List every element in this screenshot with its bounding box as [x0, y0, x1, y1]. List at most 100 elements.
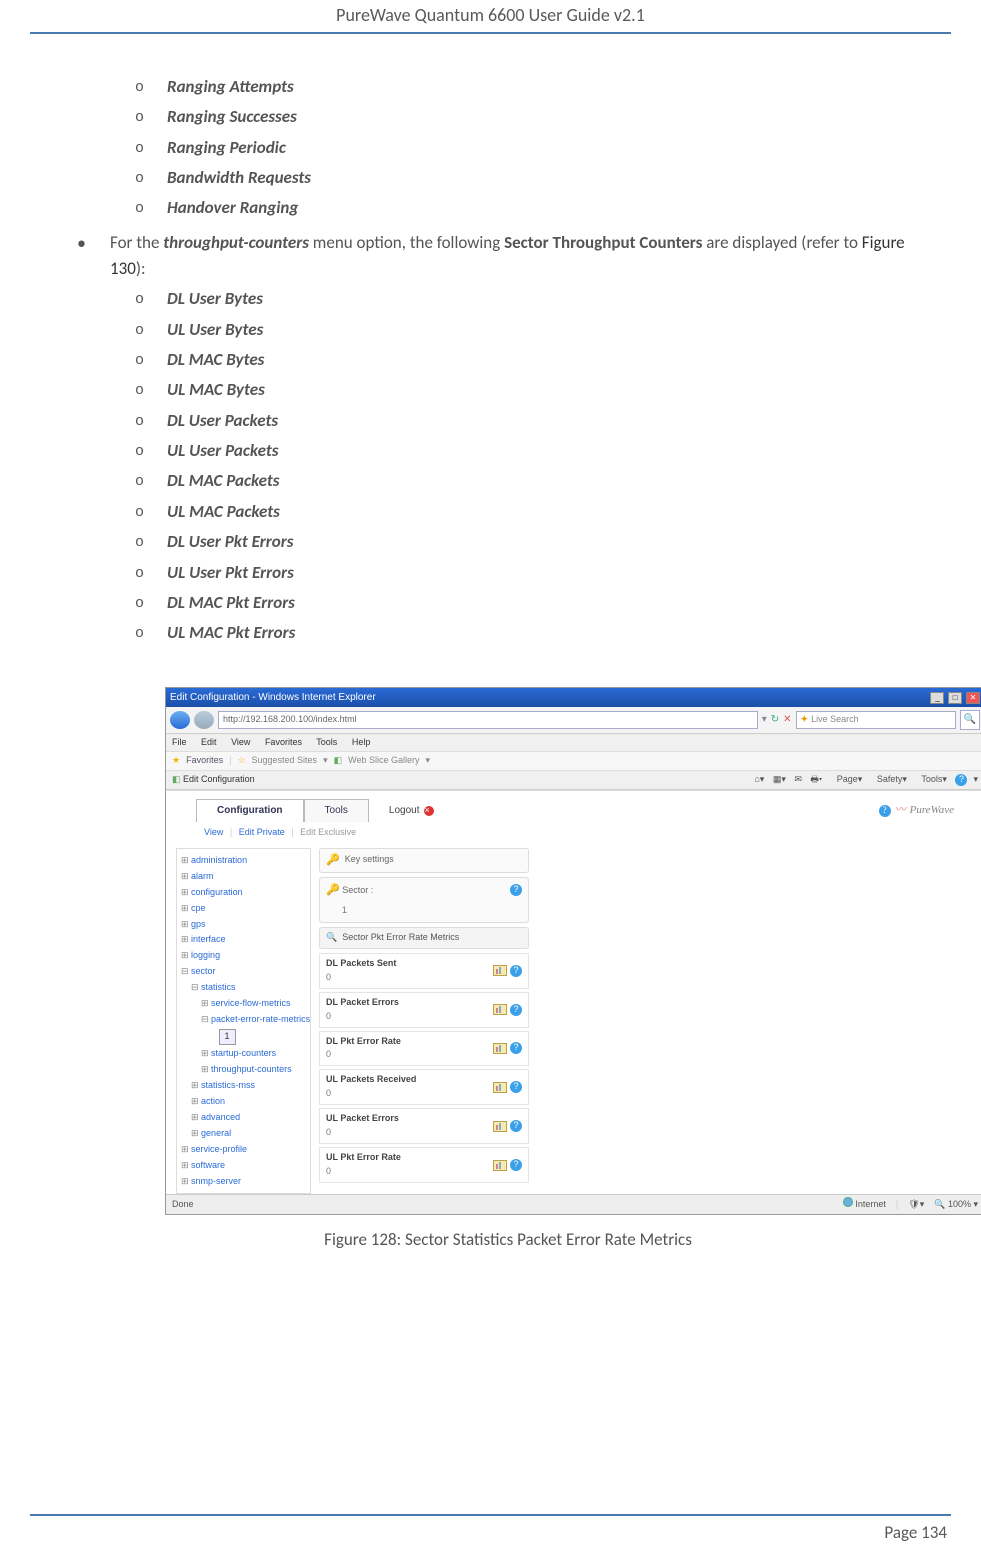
help-icon[interactable]: ?: [510, 1159, 522, 1171]
menu-view[interactable]: View: [231, 737, 250, 747]
minimize-button[interactable]: _: [930, 692, 944, 704]
key-icon: 🔑: [326, 852, 340, 869]
protected-mode-icon: 🛡▾: [908, 1198, 924, 1212]
subtab-view[interactable]: View: [204, 827, 223, 837]
tree-item-statistics-mss[interactable]: statistics-mss: [181, 1078, 306, 1094]
tree-item-configuration[interactable]: configuration: [181, 885, 306, 901]
tree-item-packet-error-rate-metrics[interactable]: packet-error-rate-metrics: [181, 1012, 306, 1028]
chart-icon[interactable]: [493, 965, 507, 976]
nav-tree[interactable]: administrationalarmconfigurationcpegpsin…: [176, 848, 311, 1195]
tree-item-1[interactable]: 1: [181, 1028, 306, 1046]
zoom-control[interactable]: 🔍 100% ▾: [934, 1198, 978, 1212]
list-item-label: UL User Packets: [167, 440, 278, 461]
fav-link-suggested[interactable]: Suggested Sites: [252, 754, 318, 768]
tree-item-snmp-server[interactable]: snmp-server: [181, 1174, 306, 1190]
throughput-list: DL User Bytes UL User Bytes DL MAC Bytes…: [75, 286, 941, 646]
print-icon[interactable]: 🖶▾: [810, 774, 822, 784]
chart-icon[interactable]: [493, 1082, 507, 1093]
list-item-label: Ranging Periodic: [167, 137, 286, 158]
tree-item-statistics[interactable]: statistics: [181, 980, 306, 996]
chart-icon[interactable]: [493, 1160, 507, 1171]
tree-item-gps[interactable]: gps: [181, 917, 306, 933]
ranging-list: Ranging Attempts Ranging Successes Rangi…: [75, 74, 941, 222]
help-icon[interactable]: ?: [510, 1120, 522, 1132]
toolbar-safety[interactable]: Safety▾: [871, 774, 907, 784]
tree-item-service-profile[interactable]: service-profile: [181, 1142, 306, 1158]
tab-configuration[interactable]: Configuration: [196, 799, 304, 822]
browser-statusbar: Done Internet | 🛡▾ 🔍 100% ▾: [166, 1194, 981, 1214]
home-icon[interactable]: ⌂▾: [754, 774, 764, 784]
key-settings-label: Key settings: [345, 853, 394, 867]
tree-item-throughput-counters[interactable]: throughput-counters: [181, 1062, 306, 1078]
browser-menubar: File Edit View Favorites Tools Help: [166, 734, 981, 753]
tree-item-logging[interactable]: logging: [181, 948, 306, 964]
list-item-label: DL MAC Pkt Errors: [167, 592, 295, 613]
tree-item-advanced[interactable]: advanced: [181, 1110, 306, 1126]
url-input[interactable]: http://192.168.200.100/index.html: [218, 711, 758, 729]
brand-logo: ? 〰 PureWave: [879, 802, 954, 819]
help-icon[interactable]: ?: [955, 774, 967, 786]
tab-tools[interactable]: Tools: [304, 799, 369, 822]
list-item-label: DL MAC Packets: [167, 470, 280, 491]
tree-item-administration[interactable]: administration: [181, 853, 306, 869]
toolbar-page[interactable]: Page▾: [831, 774, 863, 784]
favorites-star-icon[interactable]: ★: [172, 754, 180, 768]
page-footer: Page 134: [30, 1516, 951, 1563]
logout-icon: [424, 806, 434, 816]
tree-item-alarm[interactable]: alarm: [181, 869, 306, 885]
logout-link[interactable]: Logout: [389, 803, 434, 819]
search-go-button[interactable]: 🔍: [960, 710, 980, 730]
para-term2: Sector Throughput Counters: [504, 232, 702, 253]
tree-item-startup-counters[interactable]: startup-counters: [181, 1046, 306, 1062]
toolbar-tools[interactable]: Tools▾: [915, 774, 947, 784]
tree-item-general[interactable]: general: [181, 1126, 306, 1142]
tree-item-interface[interactable]: interface: [181, 932, 306, 948]
list-item-label: DL User Bytes: [167, 288, 263, 309]
chart-icon[interactable]: [493, 1121, 507, 1132]
list-item-label: UL MAC Packets: [167, 501, 280, 522]
close-button[interactable]: ✕: [966, 692, 980, 704]
menu-file[interactable]: File: [172, 737, 187, 747]
sector-box: 🔑 Sector : ? 1: [319, 877, 529, 923]
tree-item-service-flow-metrics[interactable]: service-flow-metrics: [181, 996, 306, 1012]
menu-favorites[interactable]: Favorites: [265, 737, 302, 747]
help-icon[interactable]: ?: [879, 805, 891, 817]
list-item-label: DL MAC Bytes: [167, 349, 264, 370]
search-placeholder: Live Search: [811, 713, 859, 727]
maximize-button[interactable]: □: [948, 692, 962, 704]
feed-icon[interactable]: ▦▾: [773, 774, 786, 784]
metric-row: DL Pkt Error Rate0?: [319, 1031, 529, 1067]
tree-item-sector[interactable]: sector: [181, 964, 306, 980]
key-icon: 🔑: [326, 884, 340, 896]
chart-icon[interactable]: [493, 1043, 507, 1054]
subtab-edit-exclusive[interactable]: Edit Exclusive: [300, 827, 356, 837]
key-settings-box: 🔑 Key settings: [319, 848, 529, 873]
favorites-label: Favorites: [186, 754, 223, 768]
help-icon[interactable]: ?: [510, 884, 522, 896]
metric-row: UL Packet Errors0?: [319, 1108, 529, 1144]
window-titlebar: Edit Configuration - Windows Internet Ex…: [166, 688, 981, 708]
tree-item-action[interactable]: action: [181, 1094, 306, 1110]
help-icon[interactable]: ?: [510, 965, 522, 977]
help-icon[interactable]: ?: [510, 1004, 522, 1016]
chart-icon[interactable]: [493, 1004, 507, 1015]
browser-tab[interactable]: Edit Configuration: [183, 774, 255, 784]
help-icon[interactable]: ?: [510, 1042, 522, 1054]
back-button[interactable]: [170, 711, 190, 729]
menu-edit[interactable]: Edit: [201, 737, 217, 747]
forward-button[interactable]: [194, 711, 214, 729]
para-text: For the: [110, 232, 163, 253]
detail-panel: 🔑 Key settings 🔑 Sector : ?: [319, 848, 529, 1195]
metric-row: UL Pkt Error Rate0?: [319, 1147, 529, 1183]
fav-link-slice[interactable]: Web Slice Gallery: [348, 754, 419, 768]
tree-item-software[interactable]: software: [181, 1158, 306, 1174]
help-icon[interactable]: ?: [510, 1081, 522, 1093]
sector-value: 1: [326, 904, 522, 918]
sector-label: Sector :: [342, 885, 373, 895]
menu-tools[interactable]: Tools: [316, 737, 337, 747]
menu-help[interactable]: Help: [352, 737, 371, 747]
subtab-edit-private[interactable]: Edit Private: [239, 827, 285, 837]
mail-icon[interactable]: ✉: [794, 774, 802, 784]
tree-item-cpe[interactable]: cpe: [181, 901, 306, 917]
search-input[interactable]: ✦ Live Search: [796, 711, 956, 729]
